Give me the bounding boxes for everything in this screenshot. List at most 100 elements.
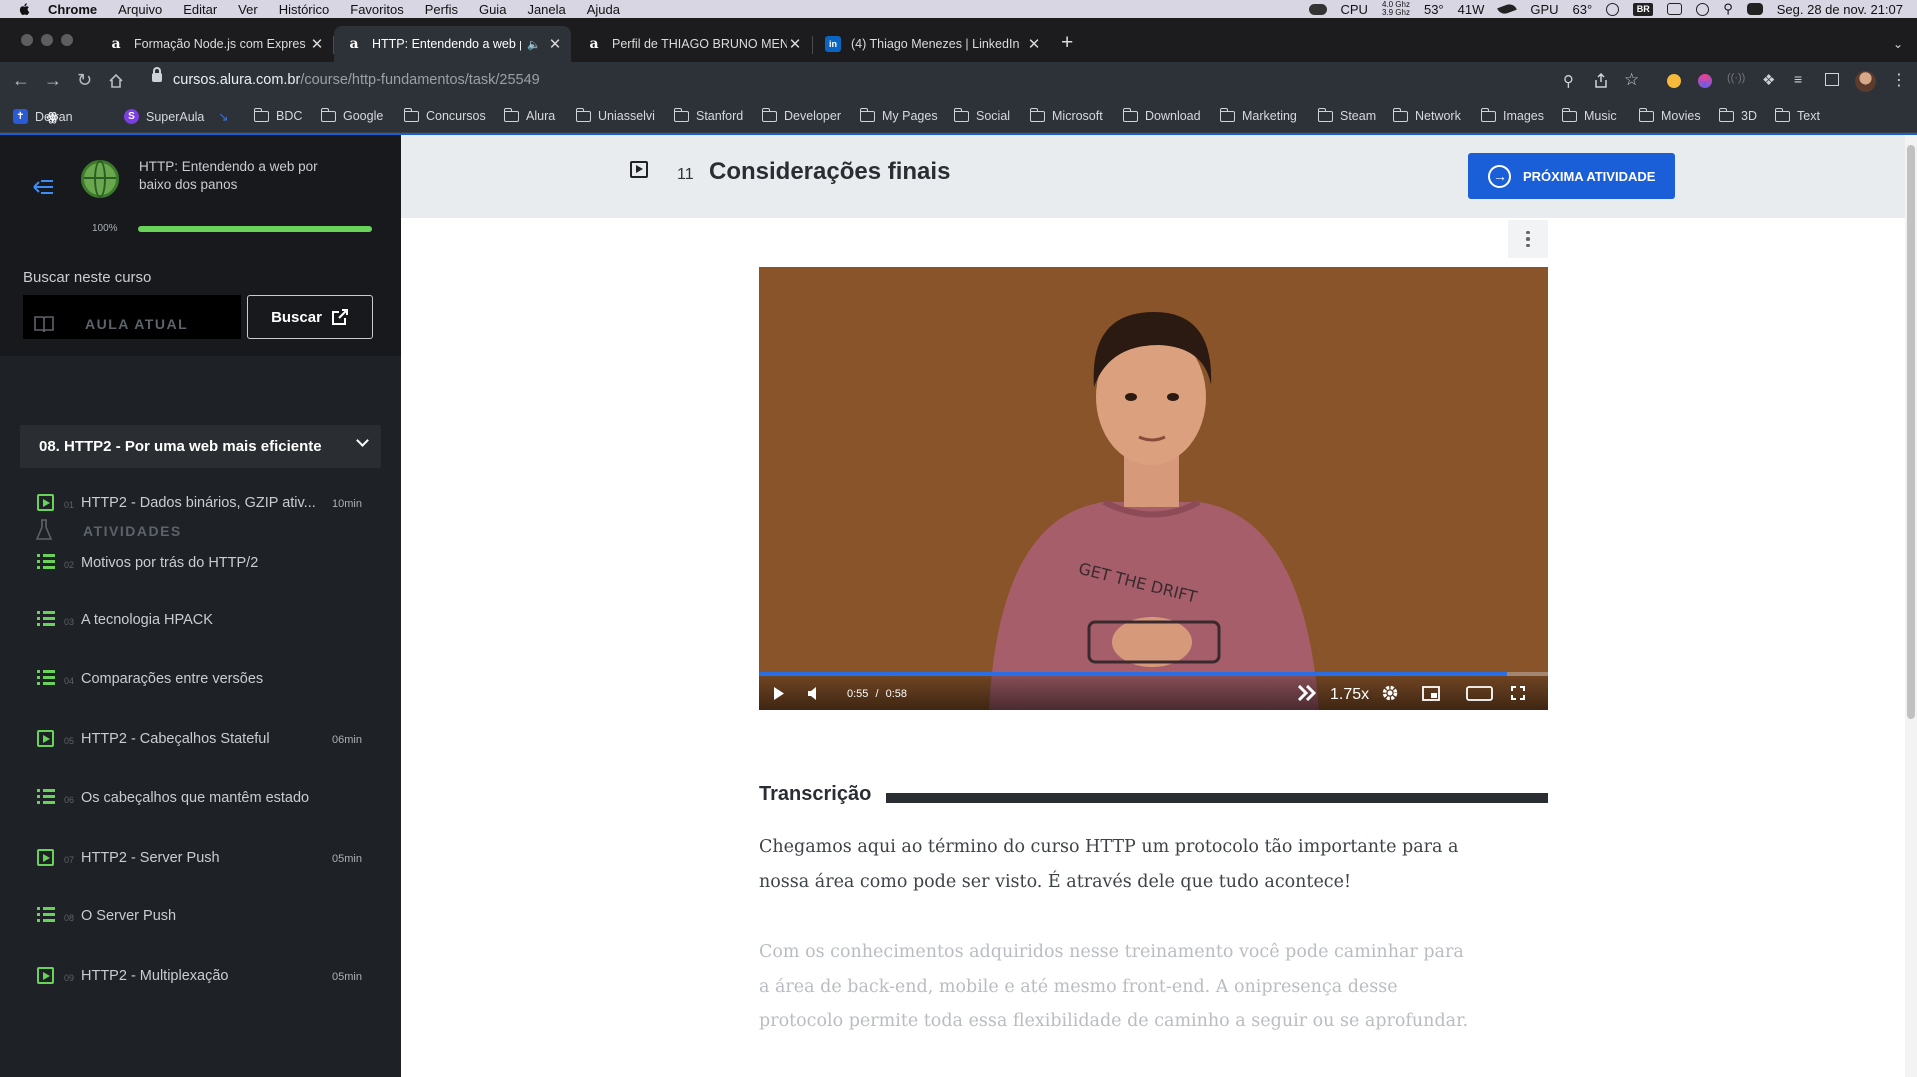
video-progress-bar[interactable]	[759, 672, 1548, 676]
reload-icon[interactable]: ↻	[77, 70, 92, 91]
tab-http-course[interactable]: a HTTP: Entendendo a web p 🔈 ✕	[334, 26, 571, 62]
new-tab-button[interactable]: +	[1061, 31, 1073, 55]
menu-guia[interactable]: Guia	[479, 2, 506, 17]
next-activity-button[interactable]: PRÓXIMA ATIVIDADE	[1468, 153, 1675, 199]
page-scrollbar[interactable]	[1905, 135, 1917, 1077]
tab-linkedin[interactable]: in (4) Thiago Menezes | LinkedIn ✕	[813, 26, 1050, 62]
close-icon[interactable]: ✕	[547, 35, 563, 53]
menu-ajuda[interactable]: Ajuda	[587, 2, 620, 17]
bookmark-folder-download[interactable]: Download	[1122, 107, 1201, 123]
window-close-button[interactable]	[21, 34, 33, 46]
menu-janela[interactable]: Janela	[527, 2, 565, 17]
window-zoom-button[interactable]	[61, 34, 73, 46]
speaker-icon[interactable]: 🔈	[527, 38, 541, 51]
more-options-icon[interactable]	[1508, 220, 1548, 258]
bookmark-folder-text[interactable]: Text	[1774, 107, 1820, 123]
activity-item[interactable]: 02 Motivos por trás do HTTP/2	[0, 545, 401, 585]
share-icon[interactable]	[1594, 73, 1608, 88]
side-panel-icon[interactable]	[1825, 73, 1839, 86]
page-scrollbar-thumb[interactable]	[1907, 145, 1915, 719]
activity-item[interactable]: 01 HTTP2 - Dados binários, GZIP ativ... 10…	[0, 485, 401, 525]
bookmark-folder-3d[interactable]: 3D	[1718, 107, 1757, 123]
fullscreen-icon[interactable]	[1511, 686, 1525, 700]
activity-item[interactable]: 08 O Server Push	[0, 898, 401, 938]
video-player[interactable]: GET THE DRIFT 0:55 / 0:58 1.75x	[759, 267, 1548, 710]
puzzle-extensions-icon[interactable]: ❖	[1762, 71, 1775, 89]
menu-chrome[interactable]: Chrome	[48, 2, 97, 17]
current-lesson-select[interactable]: 08. HTTP2 - Por uma web mais eficiente	[20, 425, 381, 468]
course-title[interactable]: HTTP: Entendendo a web por baixo dos pan…	[139, 158, 339, 194]
more-vertical-icon[interactable]: ⋮	[1891, 70, 1907, 90]
back-arrow-icon[interactable]: ←	[12, 70, 30, 91]
lock-icon[interactable]	[152, 67, 162, 82]
volume-icon[interactable]	[807, 687, 821, 700]
play-circle-icon[interactable]	[1606, 2, 1620, 16]
search-spotlight-icon[interactable]: ⚲	[1723, 1, 1733, 17]
activity-item[interactable]: 09 HTTP2 - Multiplexação 05min	[0, 958, 401, 998]
play-icon[interactable]	[773, 687, 785, 700]
apple-icon[interactable]	[18, 2, 32, 16]
activity-item[interactable]: 06 Os cabeçalhos que mantêm estado	[0, 780, 401, 820]
menu-favoritos[interactable]: Favoritos	[350, 2, 403, 17]
bookmark-folder-alura[interactable]: Alura	[503, 107, 555, 123]
bookmark-superaula[interactable]: S SuperAula	[124, 109, 204, 124]
skip-forward-icon[interactable]	[1297, 685, 1317, 701]
bookmark-folder-music[interactable]: Music	[1561, 107, 1617, 123]
bookmark-ghost[interactable]: ↘	[218, 109, 228, 124]
bookmark-detran-text[interactable]: ꙮ	[45, 109, 67, 124]
collapse-sidebar-icon[interactable]	[30, 174, 56, 200]
bookmark-folder-my-pages[interactable]: My Pages	[859, 107, 938, 123]
activity-item[interactable]: 05 HTTP2 - Cabeçalhos Stateful 06min	[0, 721, 401, 761]
extension-icon[interactable]	[1698, 74, 1712, 88]
tab-search-chevron-icon[interactable]: ⌄	[1893, 37, 1903, 51]
bookmark-folder-stanford[interactable]: Stanford	[673, 107, 743, 123]
tab-perfil-thiago[interactable]: a Perfil de THIAGO BRUNO MEN ✕	[574, 26, 811, 62]
bookmark-folder-movies[interactable]: Movies	[1638, 107, 1701, 123]
menu-editar[interactable]: Editar	[183, 2, 217, 17]
close-icon[interactable]: ✕	[787, 35, 803, 53]
bookmark-folder-microsoft[interactable]: Microsoft	[1029, 107, 1103, 123]
picture-in-picture-icon[interactable]	[1422, 686, 1440, 701]
url-text[interactable]: cursos.alura.com.br/course/http-fundamen…	[173, 72, 540, 88]
input-language-indicator[interactable]: BR	[1633, 2, 1654, 16]
media-control-icon[interactable]: ≡	[1794, 71, 1802, 87]
extension-icon[interactable]	[1667, 74, 1681, 88]
settings-gear-icon[interactable]	[1381, 684, 1399, 702]
zoom-icon[interactable]: ⚲	[1563, 72, 1574, 90]
control-center-icon[interactable]	[1746, 3, 1763, 15]
bookmark-folder-marketing[interactable]: Marketing	[1219, 107, 1297, 123]
activity-item[interactable]: 03 A tecnologia HPACK	[0, 602, 401, 642]
bookmark-folder-social[interactable]: Social	[953, 107, 1010, 123]
menu-historico[interactable]: Histórico	[279, 2, 330, 17]
activity-item[interactable]: 07 HTTP2 - Server Push 05min	[0, 840, 401, 880]
menu-arquivo[interactable]: Arquivo	[118, 2, 162, 17]
feather-icon[interactable]	[1497, 2, 1518, 16]
menu-perfis[interactable]: Perfis	[425, 2, 458, 17]
extension-icon[interactable]: ((·))	[1727, 72, 1745, 84]
menubar-datetime[interactable]: Seg. 28 de nov. 21:07	[1777, 2, 1903, 17]
close-icon[interactable]: ✕	[309, 35, 325, 53]
avatar[interactable]	[1855, 71, 1876, 92]
bookmark-folder-network[interactable]: Network	[1392, 107, 1461, 123]
bookmark-folder-uniasselvi[interactable]: Uniasselvi	[575, 107, 655, 123]
playback-speed[interactable]: 1.75x	[1330, 686, 1369, 704]
bookmark-folder-bdc[interactable]: BDC	[253, 107, 302, 123]
menu-ver[interactable]: Ver	[238, 2, 258, 17]
bookmark-star-icon[interactable]: ☆	[1624, 70, 1639, 90]
window-minimize-button[interactable]	[41, 34, 53, 46]
tab-formacao-node[interactable]: a Formação Node.js com Expres ✕	[96, 26, 333, 62]
home-icon[interactable]	[108, 73, 124, 89]
theater-mode-icon[interactable]	[1466, 686, 1493, 701]
bookmark-folder-developer[interactable]: Developer	[761, 107, 841, 123]
bluetooth-icon[interactable]	[1696, 2, 1710, 16]
cloud-icon[interactable]	[1308, 3, 1327, 15]
forward-arrow-icon[interactable]: →	[44, 70, 62, 91]
bookmark-folder-concursos[interactable]: Concursos	[403, 107, 486, 123]
bookmark-folder-images[interactable]: Images	[1480, 107, 1544, 123]
search-course-button[interactable]: Buscar	[247, 295, 373, 339]
bookmark-folder-google[interactable]: Google	[320, 107, 383, 123]
close-icon[interactable]: ✕	[1026, 35, 1042, 53]
bookmark-folder-steam[interactable]: Steam	[1317, 107, 1376, 123]
window-icon[interactable]	[1667, 3, 1683, 15]
activity-item[interactable]: 04 Comparações entre versões	[0, 661, 401, 701]
